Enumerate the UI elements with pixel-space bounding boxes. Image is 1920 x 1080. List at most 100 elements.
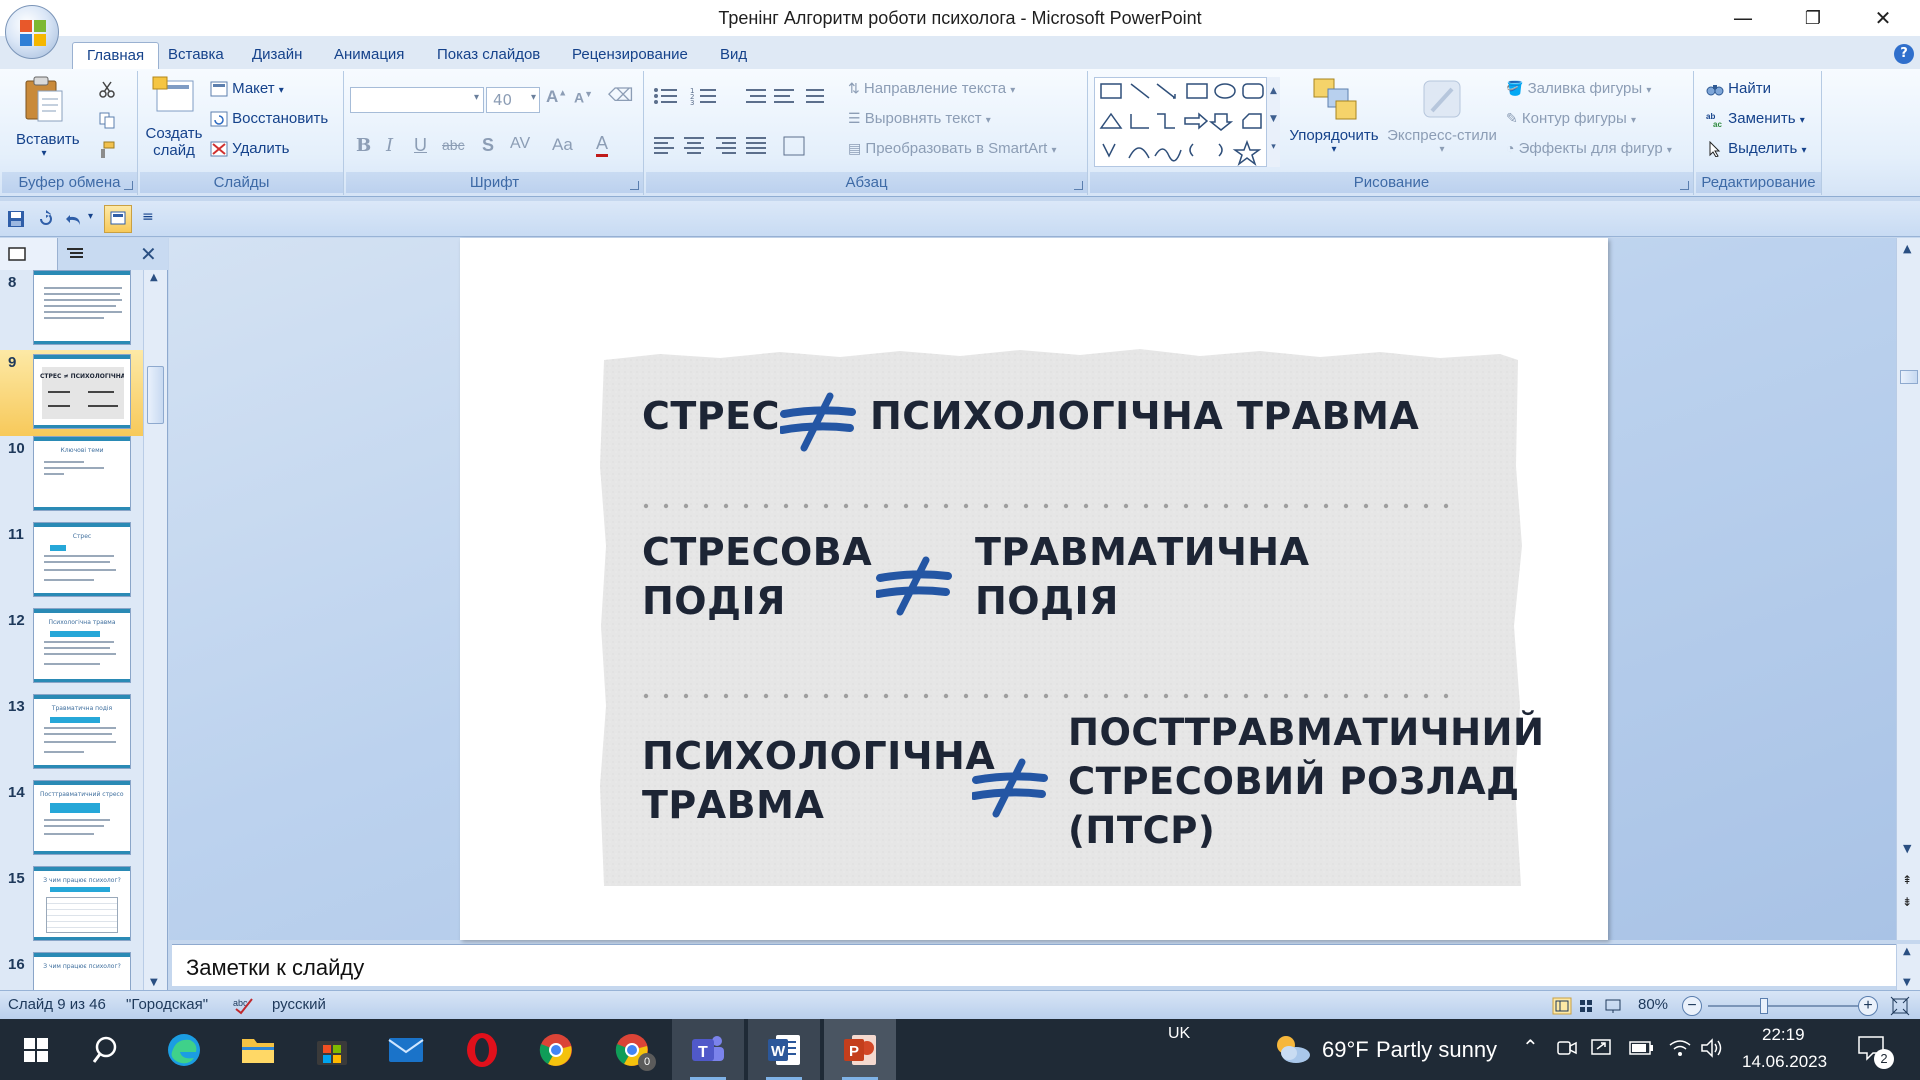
clock-date[interactable]: 14.06.2023 [1742,1052,1827,1072]
undo-dropdown-icon[interactable]: ▾ [88,211,93,222]
underline-button[interactable]: U [414,135,427,156]
language-indicator[interactable]: русский [272,996,326,1013]
grow-font-button[interactable]: A▲ [546,87,567,107]
teams-app[interactable]: T [672,1019,744,1080]
restore-button[interactable]: ❐ [1784,0,1842,36]
arrange-button[interactable]: Упорядочить ▾ [1286,75,1382,171]
keyboard-language[interactable]: UK [1168,1025,1190,1043]
tab-home[interactable]: Главная [72,42,160,70]
format-painter-icon[interactable] [98,141,116,159]
close-pane-icon[interactable]: ✕ [140,242,157,266]
thumbnails-scrollbar[interactable]: ▲ ▼ [143,270,167,990]
repeat-icon[interactable] [36,209,56,229]
reset-button[interactable]: Восстановить [210,110,328,127]
align-text-button[interactable]: ☰ Выровнять текст ▾ [848,110,991,127]
font-size-field[interactable]: 40 ▾ [486,87,540,113]
zoom-slider[interactable] [1708,1005,1858,1007]
strikethrough-button[interactable]: abc [442,137,465,153]
tab-review[interactable]: Рецензирование [558,42,702,69]
tab-animation[interactable]: Анимация [320,42,418,69]
clipboard-launcher[interactable] [124,181,133,190]
powerpoint-app[interactable]: P [824,1019,896,1080]
bold-button[interactable]: B [356,135,371,156]
tab-insert[interactable]: Вставка [154,42,238,69]
clock-time[interactable]: 22:19 [1762,1025,1805,1045]
tab-outline-view[interactable] [58,238,120,270]
new-slide-button[interactable]: Создать слайд [144,75,204,171]
word-app[interactable]: W [748,1019,820,1080]
slide-scrollbar[interactable]: ▲ ▼ ⇞ ⇟ [1896,238,1920,940]
shapes-gallery[interactable] [1094,77,1280,167]
close-button[interactable]: ✕ [1854,0,1912,36]
thumbnail-item[interactable]: 15 З чим працює психолог? [0,866,144,952]
cut-icon[interactable] [98,81,116,99]
fit-to-window-icon[interactable] [1890,996,1910,1016]
zoom-out-button[interactable]: − [1682,996,1702,1016]
weather-partly-sunny-icon[interactable] [1272,1031,1312,1067]
replace-button[interactable]: ab ac Заменить ▾ [1706,110,1805,127]
notes-pane[interactable]: Заметки к слайду [172,944,1896,986]
shape-fill-button[interactable]: 🪣 Заливка фигуры ▾ [1506,80,1651,97]
tab-slideshow[interactable]: Показ слайдов [423,42,554,69]
layout-button[interactable]: Макет ▾ [210,80,284,97]
thumbnail-item[interactable]: 10 Ключові теми [0,436,144,522]
thumbnail-item[interactable]: 16 З чим працює психолог? [0,952,144,990]
meet-now-icon[interactable] [1556,1039,1578,1059]
prev-slide-icon[interactable]: ⇞ [1902,872,1912,888]
smartart-button[interactable]: ▤ Преобразовать в SmartArt ▾ [848,140,1057,157]
italic-button[interactable]: I [386,135,393,156]
volume-icon[interactable] [1700,1037,1724,1059]
thumbnail-item-selected[interactable]: 9 СТРЕС ≠ ПСИХОЛОГІЧНА ТРАВМА [0,350,144,436]
alignment-buttons-icon[interactable] [650,133,810,157]
shrink-font-button[interactable]: A▼ [574,89,593,106]
edge-app[interactable] [148,1019,220,1080]
chevron-up-icon[interactable]: ⌃ [1522,1035,1539,1060]
current-slide[interactable]: СТРЕС ПСИХОЛОГІЧНА ТРАВМА СТРЕСОВА ПОДІЯ… [460,238,1608,940]
tab-design[interactable]: Дизайн [238,42,316,69]
file-explorer-app[interactable] [222,1019,294,1080]
opera-app[interactable] [446,1019,518,1080]
save-icon[interactable] [6,209,26,229]
find-button[interactable]: Найти [1706,80,1771,97]
paste-button[interactable]: Вставить ▾ [16,75,80,165]
quick-styles-button[interactable]: Экспресс-стили ▾ [1386,75,1498,171]
chrome-profile-app[interactable]: 0 [596,1019,668,1080]
font-name-field[interactable]: ▾ [350,87,484,113]
zoom-level[interactable]: 80% [1638,996,1668,1013]
customize-qat-icon[interactable]: ≡ [142,209,154,225]
change-case-button[interactable]: Aa [552,135,573,155]
font-launcher[interactable] [630,181,639,190]
minimize-button[interactable]: — [1714,0,1772,36]
drawing-launcher[interactable] [1680,181,1689,190]
start-button[interactable] [0,1019,72,1080]
battery-icon[interactable] [1628,1039,1656,1057]
store-app[interactable] [296,1019,368,1080]
next-slide-icon[interactable]: ⇟ [1902,894,1912,910]
shadow-button[interactable]: S [482,135,494,156]
tab-slides-view[interactable] [0,238,58,270]
select-button[interactable]: Выделить ▾ [1706,140,1807,158]
paragraph-launcher[interactable] [1074,181,1083,190]
mail-app[interactable] [370,1019,442,1080]
shape-effects-button[interactable]: ◔ Эффекты для фигур ▾ [1506,140,1672,157]
thumbnail-item[interactable]: 13 Травматична подія [0,694,144,780]
delete-slide-button[interactable]: Удалить [210,140,289,157]
scrollbar-thumb[interactable] [1900,370,1918,384]
shape-outline-button[interactable]: ✎ Контур фигуры ▾ [1506,110,1636,127]
thumbnail-item[interactable]: 11 Стрес [0,522,144,608]
thumbnail-item[interactable]: 8 [0,270,144,356]
undo-icon[interactable] [64,209,84,229]
scrollbar-thumb[interactable] [147,366,164,424]
tab-view[interactable]: Вид [706,42,761,69]
office-button[interactable] [5,5,59,59]
weather-temperature[interactable]: 69°F [1322,1037,1369,1063]
clear-format-icon[interactable]: ⌫ [608,85,633,106]
zoom-slider-thumb[interactable] [1760,998,1768,1014]
notes-scrollbar[interactable]: ▲ ▼ [1896,944,1920,990]
spellcheck-icon[interactable]: abc [232,995,254,1015]
slide-show-qat-button[interactable] [104,205,132,233]
weather-description[interactable]: Partly sunny [1376,1037,1497,1063]
thumbnail-item[interactable]: 14 Посттравматичний стресовий розлад [0,780,144,866]
text-direction-button[interactable]: ⇅ Направление текста ▾ [848,80,1015,97]
shapes-gallery-scroll[interactable]: ▲ ▼ ▾ [1266,77,1280,167]
